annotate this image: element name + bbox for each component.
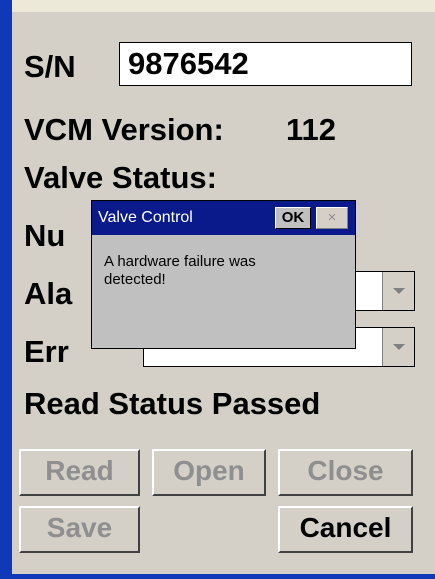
number-label: Nu — [24, 218, 66, 253]
dialog-message-line2: detected! — [104, 271, 166, 288]
window-border-bottom — [0, 574, 435, 579]
dialog-message: A hardware failure was detected! — [104, 253, 344, 289]
top-bar — [0, 0, 435, 12]
alarm-label: Ala — [24, 276, 73, 311]
dialog-title-bar[interactable]: Valve Control OK × — [92, 201, 355, 235]
close-button[interactable]: Close — [278, 449, 413, 496]
sn-label: S/N — [24, 49, 76, 84]
valve-status-label: Valve Status: — [24, 160, 217, 195]
cancel-button[interactable]: Cancel — [278, 506, 413, 553]
dialog-message-line1: A hardware failure was — [104, 253, 256, 270]
valve-control-dialog: Valve Control OK × A hardware failure wa… — [91, 200, 356, 349]
chevron-down-icon — [392, 288, 405, 294]
read-status-text: Read Status Passed — [24, 386, 321, 421]
read-button[interactable]: Read — [19, 449, 140, 496]
sn-input[interactable]: 9876542 — [119, 42, 412, 86]
chevron-down-icon — [392, 344, 405, 350]
dialog-title: Valve Control — [98, 209, 193, 226]
open-button[interactable]: Open — [152, 449, 266, 496]
window-border-left — [0, 0, 12, 579]
vcm-version-label: VCM Version: — [24, 112, 224, 147]
dialog-ok-button[interactable]: OK — [275, 207, 311, 229]
vcm-version-value: 112 — [286, 112, 337, 147]
error-combo-button[interactable] — [382, 328, 414, 366]
alarm-combo-button[interactable] — [382, 272, 414, 310]
close-icon[interactable]: × — [316, 207, 348, 229]
error-label: Err — [24, 334, 69, 369]
save-button[interactable]: Save — [19, 506, 140, 553]
